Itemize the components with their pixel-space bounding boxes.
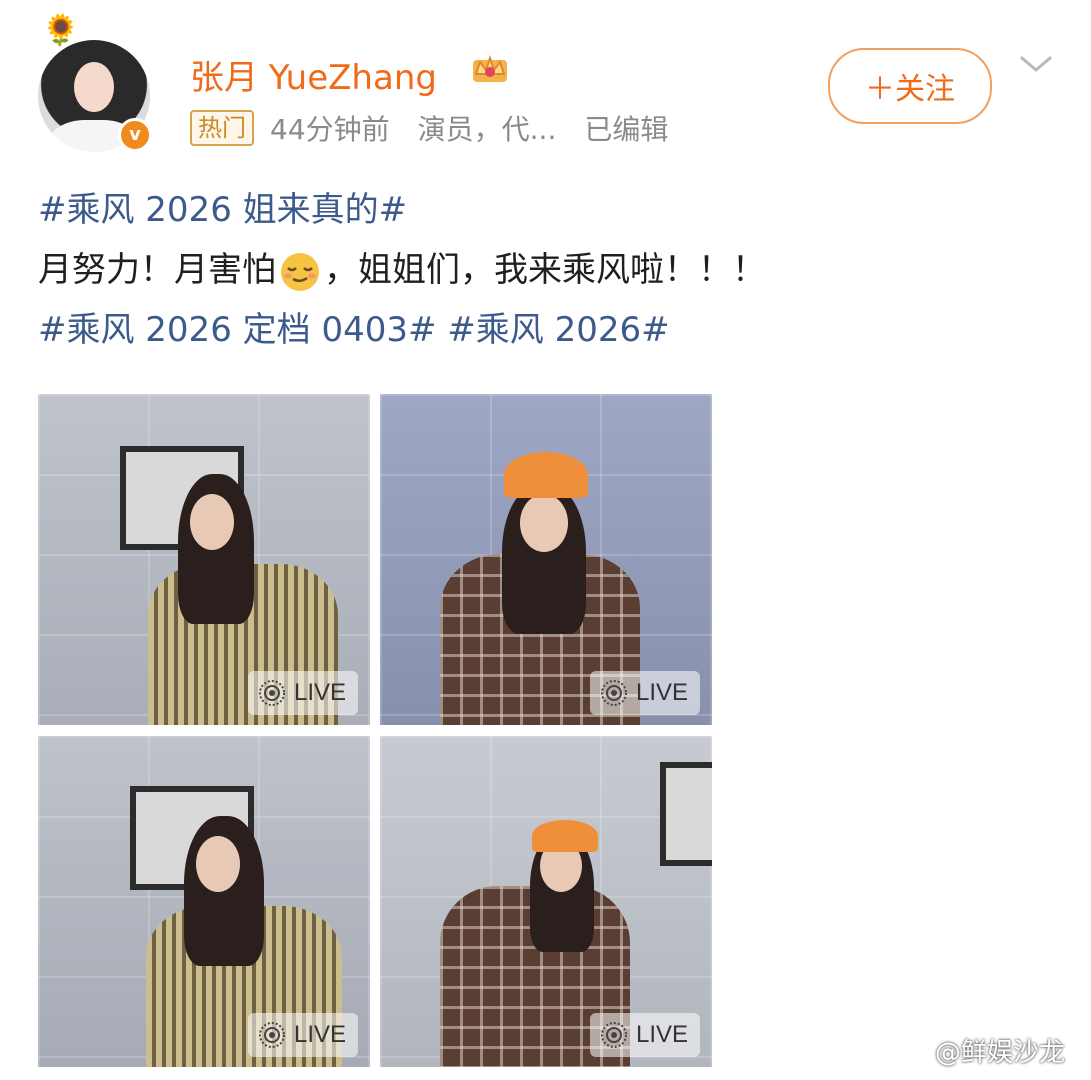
live-photo-icon [600, 1022, 627, 1048]
orange-cap [532, 820, 598, 852]
photo-2[interactable]: LIVE [380, 394, 712, 725]
live-photo-icon [600, 680, 627, 706]
live-photo-icon [258, 680, 285, 706]
face [520, 494, 568, 552]
post-source: 演员，代... [417, 113, 557, 146]
avatar-face [74, 62, 114, 112]
post-meta: 热门 44分钟前 演员，代... 已编辑 [190, 108, 668, 148]
live-badge[interactable]: LIVE [589, 1013, 700, 1057]
verified-badge-icon: v [118, 118, 152, 152]
live-badge[interactable]: LIVE [589, 671, 700, 715]
edited-label: 已编辑 [584, 113, 669, 146]
post-content: #乘风 2026 姐来真的# 月努力！月害怕 ，姐姐们，我来乘风啦！！！ #乘风… [38, 180, 1068, 360]
hot-badge: 热门 [190, 110, 254, 146]
sunflower-icon: 🌻 [42, 13, 80, 48]
content-line-1: #乘风 2026 姐来真的# [38, 180, 1068, 240]
content-text: ，姐姐们，我来乘风啦！！！ [324, 250, 766, 290]
live-label: LIVE [293, 1021, 346, 1048]
follow-button[interactable]: ＋关注 [828, 48, 992, 124]
content-line-2: 月努力！月害怕 ，姐姐们，我来乘风啦！！！ [38, 240, 1068, 300]
author-name[interactable]: 张月 YueZhang [190, 50, 437, 99]
content-text: 月努力！月害怕 [38, 250, 276, 290]
wall-frame [660, 762, 712, 866]
chevron-down-icon[interactable] [1018, 50, 1054, 78]
watermark-text: @鲜娱沙龙 [935, 1038, 1066, 1068]
topic-link[interactable]: #乘风 2026# [447, 310, 669, 350]
photo-1[interactable]: LIVE [38, 394, 370, 725]
crown-icon[interactable] [470, 52, 510, 84]
live-photo-icon [258, 1022, 285, 1048]
weibo-logo-icon [895, 1039, 928, 1064]
face [190, 494, 234, 550]
live-label: LIVE [293, 679, 346, 706]
post-time: 44分钟前 [270, 113, 390, 146]
content-line-3: #乘风 2026 定档 0403# #乘风 2026# [38, 300, 1068, 360]
post-header: 🌻 v 张月 YueZhang 热门 44分钟前 演员，代... 已编辑 ＋关注 [38, 16, 1068, 152]
live-label: LIVE [635, 679, 688, 706]
topic-link[interactable]: #乘风 2026 定档 0403# [38, 310, 436, 350]
live-badge[interactable]: LIVE [247, 1013, 358, 1057]
face [196, 836, 240, 892]
photo-4[interactable]: LIVE [380, 736, 712, 1067]
live-label: LIVE [635, 1021, 688, 1048]
photo-grid: LIVE LIVE LIVE LIVE [38, 394, 712, 1067]
watermark: @鲜娱沙龙 [895, 1032, 1065, 1069]
live-badge[interactable]: LIVE [247, 671, 358, 715]
photo-3[interactable]: LIVE [38, 736, 370, 1067]
relieved-face-emoji [281, 252, 319, 291]
orange-cap [504, 452, 588, 498]
topic-link[interactable]: #乘风 2026 姐来真的# [38, 190, 407, 230]
